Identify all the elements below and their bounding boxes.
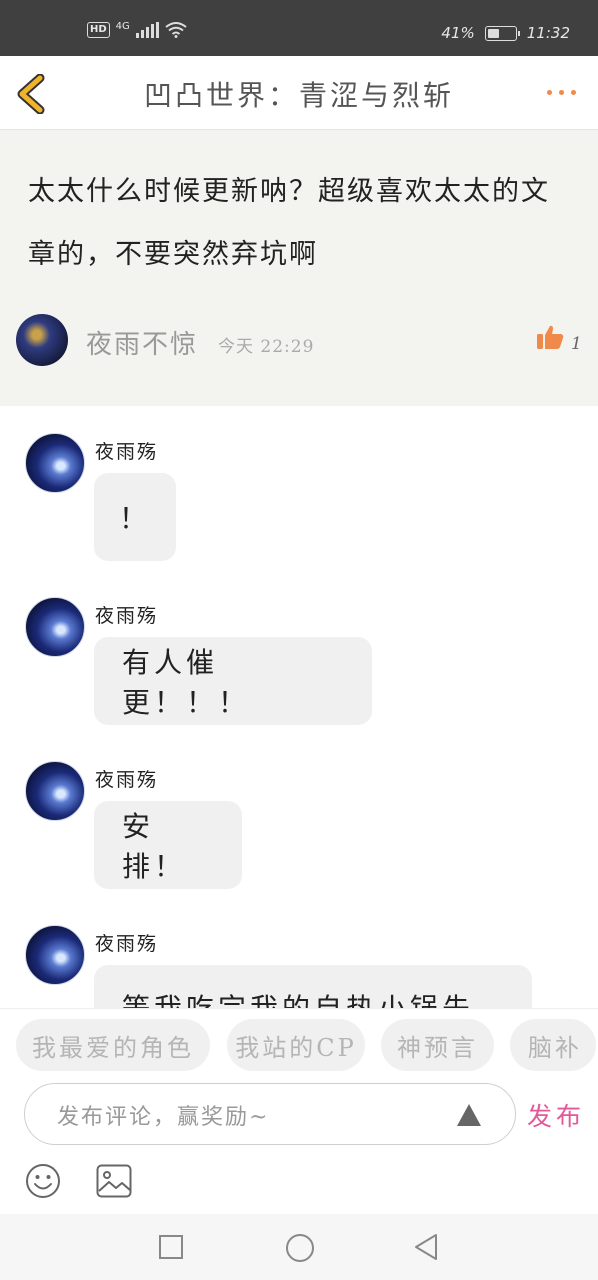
- tag-chip[interactable]: 我最爱的角色: [16, 1019, 210, 1071]
- more-dots-icon[interactable]: [547, 90, 576, 95]
- network-type: 4G: [115, 20, 130, 32]
- like-count: 1: [571, 334, 582, 354]
- reply-author: 夜雨殇: [95, 441, 159, 463]
- publish-button[interactable]: 发布: [527, 1097, 585, 1133]
- status-bar: HD 4G 41% 11:32: [0, 0, 598, 56]
- avatar[interactable]: [25, 925, 85, 985]
- clock: 11:32: [526, 24, 570, 42]
- tag-chip[interactable]: 神预言: [381, 1019, 494, 1071]
- reply-bubble[interactable]: 等我吃完我的自热小锅先: [94, 965, 532, 1008]
- battery-percent: 41%: [441, 24, 475, 42]
- signal-icon: [135, 22, 159, 38]
- reply-list[interactable]: 夜雨殇 ！ 夜雨殇 有人催更！！！ 夜雨殇 安排！ 夜雨殇 等我吃完我的自热小锅…: [0, 406, 598, 1008]
- circle-icon[interactable]: [286, 1234, 314, 1262]
- send-triangle-icon[interactable]: [457, 1104, 481, 1126]
- square-icon[interactable]: [159, 1235, 183, 1259]
- emoji-icon[interactable]: [25, 1163, 61, 1199]
- avatar[interactable]: [25, 597, 85, 657]
- system-nav-bar: [0, 1214, 598, 1280]
- quick-tag-bar[interactable]: 我最爱的角色 我站的CP 神预言 脑补: [0, 1008, 598, 1078]
- reply-author: 夜雨殇: [95, 769, 159, 791]
- reply-author: 夜雨殇: [95, 933, 159, 955]
- reply-bubble[interactable]: 有人催更！！！: [94, 637, 372, 725]
- reply-author: 夜雨殇: [95, 605, 159, 627]
- reply-bubble[interactable]: 安排！: [94, 801, 242, 889]
- thumbs-up-icon[interactable]: [536, 324, 564, 350]
- tag-chip[interactable]: 脑补: [510, 1019, 596, 1071]
- avatar[interactable]: [25, 761, 85, 821]
- original-comment: 太太什么时候更新呐？超级喜欢太太的文章的，不要突然弃坑啊 夜雨不惊 今天 22:…: [0, 130, 598, 406]
- triangle-back-icon[interactable]: [412, 1232, 440, 1262]
- avatar[interactable]: [25, 433, 85, 493]
- battery-icon: [484, 25, 520, 41]
- comment-time: 今天 22:29: [218, 337, 315, 357]
- page-title: 凹凸世界：青涩与烈斩: [143, 79, 454, 112]
- reply-bubble[interactable]: ！: [94, 473, 176, 561]
- hd-indicator: HD: [87, 22, 110, 38]
- comment-input[interactable]: 发布评论，赢奖励~: [24, 1083, 516, 1145]
- comment-text: 太太什么时候更新呐？超级喜欢太太的文章的，不要突然弃坑啊: [28, 176, 550, 270]
- comment-author[interactable]: 夜雨不惊: [86, 324, 198, 361]
- comment-input-placeholder: 发布评论，赢奖励~: [57, 1105, 270, 1130]
- top-nav: 凹凸世界：青涩与烈斩: [0, 56, 598, 130]
- image-icon[interactable]: [96, 1164, 132, 1198]
- avatar[interactable]: [16, 314, 68, 366]
- wifi-icon: [165, 22, 187, 38]
- tag-chip[interactable]: 我站的CP: [227, 1019, 365, 1071]
